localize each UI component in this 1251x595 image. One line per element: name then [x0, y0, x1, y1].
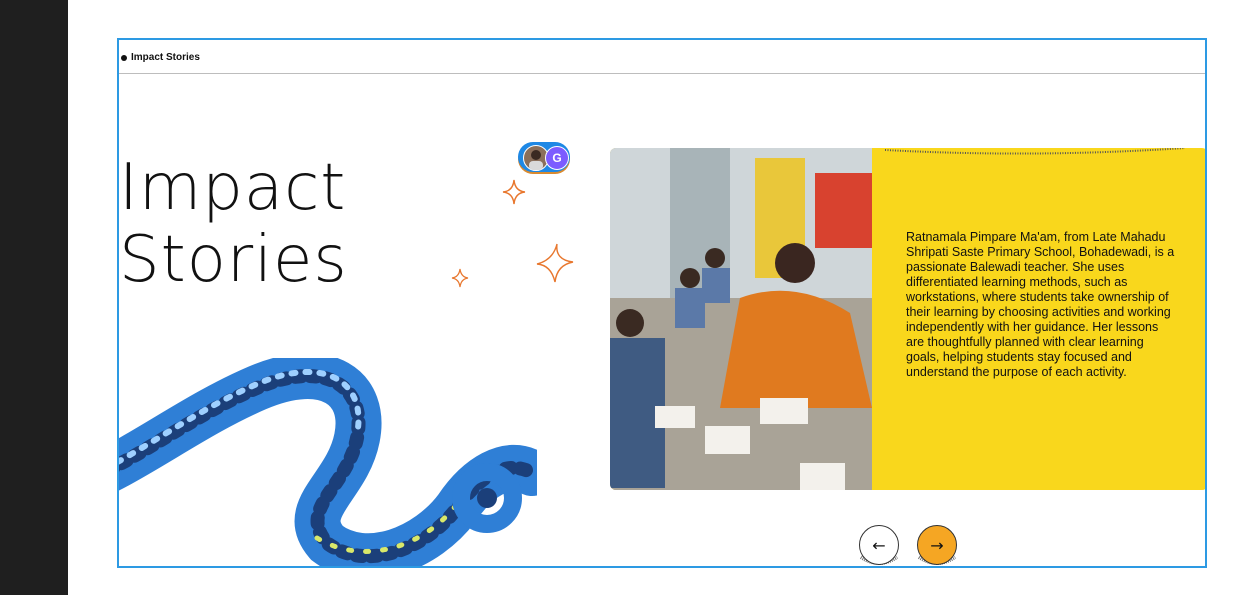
dark-sidebar: [0, 0, 68, 595]
arrow-right-icon: →: [930, 535, 944, 555]
bullet-dot-icon: [121, 54, 127, 61]
hero-title: Impact Stories: [119, 152, 348, 296]
sparkle-icon: [536, 243, 574, 283]
section-divider: [119, 73, 1205, 74]
sparkle-icon: [502, 179, 526, 205]
hero-title-line-2: Stories: [119, 223, 348, 297]
decorative-hatch: [885, 148, 1185, 155]
brushstroke-swirl-illustration: [119, 358, 537, 566]
arrow-left-icon: ←: [872, 535, 886, 555]
story-photo-classroom: [610, 148, 872, 490]
avatar-initial: G: [545, 146, 569, 170]
story-card: Ratnamala Pimpare Ma'am, from Late Mahad…: [610, 148, 1205, 490]
previous-story-button[interactable]: ←: [859, 525, 899, 565]
avatar-group[interactable]: G: [518, 142, 570, 172]
next-story-button[interactable]: →: [917, 525, 957, 565]
story-text: Ratnamala Pimpare Ma'am, from Late Mahad…: [906, 230, 1175, 379]
hero-title-line-1: Impact: [119, 151, 347, 225]
section-label-text: Impact Stories: [131, 52, 200, 63]
section-label: Impact Stories: [121, 52, 200, 63]
impact-stories-section: Impact Stories Impact Stories G Ratnamal…: [117, 38, 1207, 568]
sparkle-icon: [451, 268, 469, 288]
